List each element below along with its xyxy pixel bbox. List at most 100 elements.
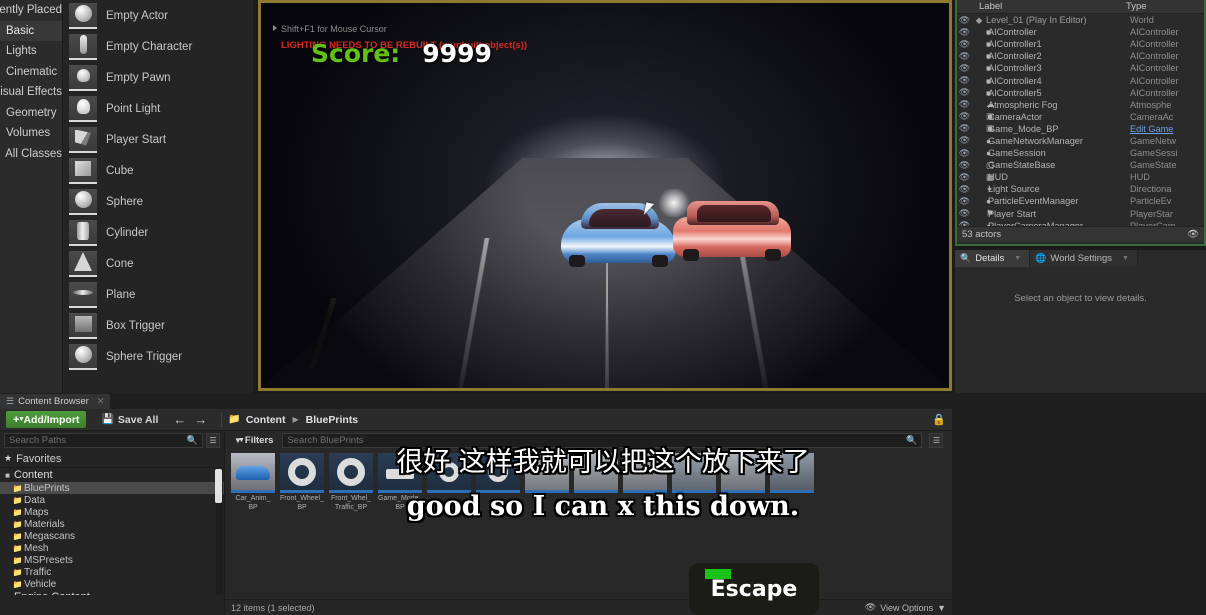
search-assets-input[interactable]: Search BluePrints 🔍 [282,433,923,448]
pa-item-player-start[interactable]: Player Start [63,124,253,155]
asset-item-7[interactable] [525,453,569,512]
outliner-row-particleeventmanager[interactable]: 👁 ● ParticleEventManager ParticleEv [957,195,1204,207]
lock-icon[interactable]: 🔒 [932,413,946,426]
pa-item-cube[interactable]: Cube [63,155,253,186]
eye-icon[interactable]: 👁 [1187,229,1199,240]
pa-category-recently-placed[interactable]: Recently Placed [0,0,62,21]
eye-icon[interactable]: 👁 [957,99,972,110]
add-import-button[interactable]: + Add/Import ▼ [6,411,87,428]
outliner-row-aicontroller4[interactable]: 👁 ■ AIController4 AIController [957,74,1204,86]
eye-icon[interactable]: 👁 [957,87,972,98]
outliner-row-cameraactor[interactable]: 👁 ▣ CameraActor CameraAc [957,111,1204,123]
tree-item-content[interactable]: ■ Content [0,468,224,482]
tab-content-browser[interactable]: ☰ Content Browser ✕ [0,394,111,409]
outliner-row-hud[interactable]: 👁 ▦ HUD HUD [957,171,1204,183]
tree-scrollbar-thumb[interactable] [215,469,222,503]
pa-item-empty-pawn[interactable]: Empty Pawn [63,62,253,93]
outliner-row-type-link[interactable]: Edit Game [1130,124,1204,134]
asset-game-mode-bp[interactable]: Game_Mode_ BP [378,453,422,512]
tree-item-engine-content[interactable]: ■Engine Content [0,590,224,595]
tree-item-blueprints[interactable]: 📁 BluePrints [0,482,224,494]
tree-item-vehicle[interactable]: 📁 Vehicle [0,578,224,590]
tree-item-megascans[interactable]: 📁 Megascans [0,530,224,542]
tree-item-data[interactable]: 📁 Data [0,494,224,506]
outliner-row-gamenetworkmanager[interactable]: 👁 ● GameNetworkManager GameNetw [957,135,1204,147]
chevron-down-icon[interactable]: ▼ [1122,255,1129,262]
outliner-column-label[interactable]: Label [957,1,1126,12]
eye-icon[interactable]: 👁 [957,51,972,62]
asset-item-6[interactable] [476,453,520,512]
asset-item-12[interactable] [770,453,814,512]
eye-icon[interactable]: 👁 [957,148,972,159]
tree-item-mspresets[interactable]: 📁 MSPresets [0,554,224,566]
outliner-column-type[interactable]: Type [1126,1,1204,12]
chevron-down-icon[interactable]: ▼ [1014,255,1021,262]
pa-item-cylinder[interactable]: Cylinder [63,217,253,248]
eye-icon[interactable]: 👁 [957,184,972,195]
eye-icon[interactable]: 👁 [957,160,972,171]
content-folder-tree[interactable]: ■ Content 📁 BluePrints 📁 Data 📁 Maps 📁 Materi… [0,467,224,595]
asset-item-11[interactable] [721,453,765,512]
view-options-button[interactable]: 👁 View Options ▼ [865,602,946,613]
asset-front-wheel-traffic-bp[interactable]: Front_Whel_ Traffic_BP [329,453,373,512]
pa-category-basic[interactable]: Basic [0,20,62,41]
pa-item-empty-character[interactable]: Empty Character [63,31,253,62]
pa-item-point-light[interactable]: Point Light [63,93,253,124]
eye-icon[interactable]: 👁 [957,27,972,38]
pa-item-cone[interactable]: Cone [63,248,253,279]
pa-category-cinematic[interactable]: Cinematic [0,62,62,83]
outliner-row-aicontroller5[interactable]: 👁 ■ AIController5 AIController [957,87,1204,99]
paths-view-options-button[interactable]: ☰ [206,433,220,448]
forward-arrow-icon[interactable]: → [194,412,207,427]
pa-category-all-classes[interactable]: All Classes [0,144,62,165]
eye-icon[interactable]: 👁 [957,39,972,50]
outliner-row-light-source[interactable]: 👁 ✦ Light Source Directiona [957,183,1204,195]
tree-scrollbar-track[interactable] [215,468,223,595]
outliner-row-aicontroller2[interactable]: 👁 ■ AIController2 AIController [957,50,1204,62]
tab-world-settings[interactable]: 🌐 World Settings ▼ [1030,250,1138,267]
asset-car-anim-bp[interactable]: Car_Anim_ BP [231,453,275,512]
asset-item-9[interactable] [623,453,667,512]
pa-category-volumes[interactable]: Volumes [0,123,62,144]
back-arrow-icon[interactable]: ← [173,412,186,427]
pa-category-geometry[interactable]: Geometry [0,103,62,124]
asset-front-wheel-bp[interactable]: Front_Wheel_ BP [280,453,324,512]
eye-icon[interactable]: 👁 [957,75,972,86]
outliner-row-level[interactable]: 👁 ◆ Level_01 (Play In Editor) World [957,14,1204,26]
tree-item-maps[interactable]: 📁 Maps [0,506,224,518]
outliner-row-gamesession[interactable]: 👁 ● GameSession GameSessi [957,147,1204,159]
outliner-row-playercameramanager[interactable]: 👁 ● PlayerCameraManager PlayerCam [957,220,1204,226]
play-in-editor-viewport[interactable]: Shift+F1 for Mouse Cursor LIGHTING NEEDS… [258,0,952,391]
pa-item-sphere-trigger[interactable]: Sphere Trigger [63,341,253,372]
asset-item-8[interactable] [574,453,618,512]
save-all-button[interactable]: 💾 Save All [94,411,165,428]
pa-item-plane[interactable]: Plane [63,279,253,310]
pa-item-box-trigger[interactable]: Box Trigger [63,310,253,341]
eye-icon[interactable]: 👁 [957,123,972,134]
eye-icon[interactable]: 👁 [957,208,972,219]
outliner-row-aicontroller3[interactable]: 👁 ■ AIController3 AIController [957,62,1204,74]
asset-item-10[interactable] [672,453,716,512]
pa-item-empty-actor[interactable]: Empty Actor [63,0,253,31]
tree-item-materials[interactable]: 📁 Materials [0,518,224,530]
outliner-row-player-start[interactable]: 👁 ⚑ Player Start PlayerStar [957,208,1204,220]
eye-icon[interactable]: 👁 [957,172,972,183]
close-icon[interactable]: ✕ [97,396,105,407]
breadcrumb-blueprints[interactable]: BluePrints [306,414,359,426]
tree-item-mesh[interactable]: 📁 Mesh [0,542,224,554]
pa-category-visual-effects[interactable]: Visual Effects [0,82,62,103]
pa-item-sphere[interactable]: Sphere [63,186,253,217]
outliner-row-aicontroller[interactable]: 👁 ■ AIController AIController [957,26,1204,38]
eye-icon[interactable]: 👁 [957,220,972,226]
filters-button[interactable]: ▼ Filters ▼ [229,433,278,448]
asset-item-5[interactable] [427,453,471,512]
outliner-row-aicontroller1[interactable]: 👁 ■ AIController1 AIController [957,38,1204,50]
outliner-row-atmospheric-fog[interactable]: 👁 ☁ Atmospheric Fog Atmosphe [957,99,1204,111]
tab-details[interactable]: 🔍 Details ▼ [955,250,1031,267]
eye-icon[interactable]: 👁 [957,135,972,146]
breadcrumb-content[interactable]: 📁 Content [228,414,285,426]
favorites-header[interactable]: ★ Favorites [0,450,224,467]
eye-icon[interactable]: 👁 [957,15,972,26]
tree-item-traffic[interactable]: 📁 Traffic [0,566,224,578]
eye-icon[interactable]: 👁 [957,63,972,74]
